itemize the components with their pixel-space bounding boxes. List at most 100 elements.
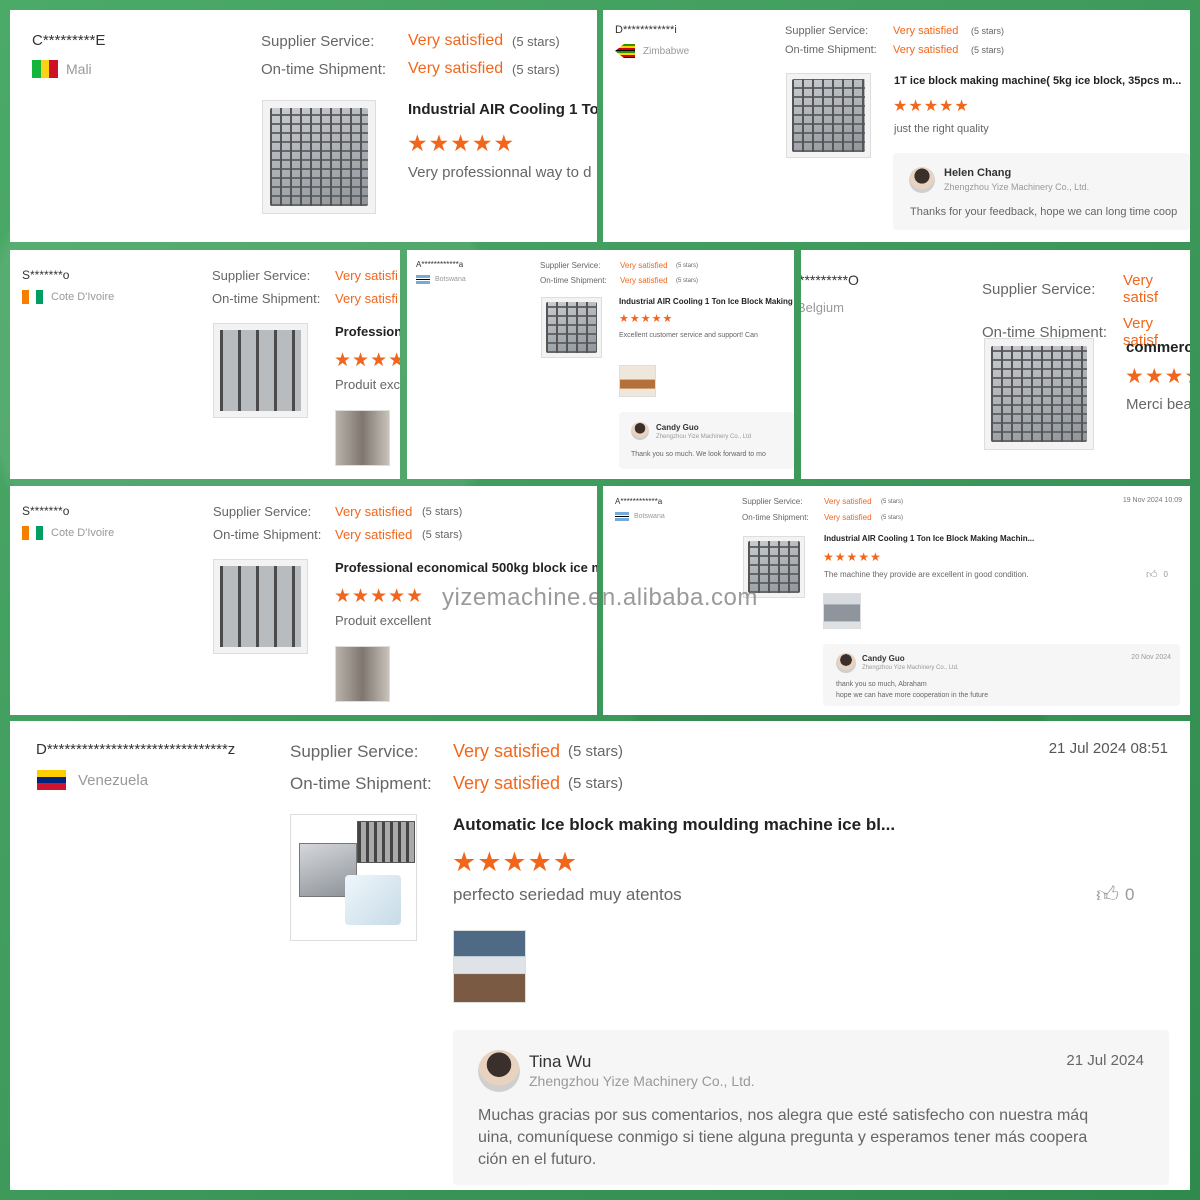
ice-machine-image bbox=[545, 301, 598, 354]
review-photo[interactable] bbox=[823, 593, 861, 629]
ontime-shipment-stars: (5 stars) bbox=[422, 528, 463, 541]
rating-stars: ★★★★★ bbox=[619, 313, 674, 325]
country-label: Mali bbox=[66, 61, 92, 77]
product-image[interactable] bbox=[213, 323, 308, 418]
rating-stars: ★★★★★ bbox=[407, 130, 516, 156]
country-label: Cote D'Ivoire bbox=[51, 291, 115, 303]
cote-divoire-flag-icon bbox=[22, 526, 43, 540]
ontime-shipment-label: On-time Shipment: bbox=[540, 276, 607, 285]
product-image[interactable] bbox=[262, 100, 376, 214]
supplier-service-stars: (5 stars) bbox=[971, 26, 1005, 36]
product-title[interactable]: Profession bbox=[335, 324, 400, 339]
reply-date: 21 Jul 2024 bbox=[1066, 1052, 1144, 1069]
ontime-shipment-stars: (5 stars) bbox=[676, 277, 699, 284]
supplier-service-stars: (5 stars) bbox=[881, 498, 904, 505]
ontime-shipment-value: Very satisfi bbox=[335, 291, 398, 306]
service-ratings: Supplier Service: Very satisfied (5 star… bbox=[785, 25, 1004, 56]
service-ratings: Supplier Service: Very satisfied (5 star… bbox=[213, 504, 462, 542]
rating-stars: ★★★★★ bbox=[893, 98, 970, 115]
product-title[interactable]: commerci bbox=[1126, 339, 1190, 356]
reviewer-name: A************a bbox=[615, 497, 663, 506]
reviewer-country: Zimbabwe bbox=[615, 44, 689, 58]
ice-mould-image bbox=[357, 821, 415, 863]
ice-machine-image bbox=[991, 345, 1087, 443]
ontime-shipment-label: On-time Shipment: bbox=[261, 60, 387, 78]
review-comment: Produit excellent bbox=[335, 613, 432, 628]
supplier-service-label: Supplier Service: bbox=[212, 268, 311, 283]
ontime-shipment-value: Very satisfied bbox=[453, 773, 561, 793]
review-card-botswana-small: A************a Botswana Supplier Service… bbox=[407, 250, 794, 479]
rating-stars: ★★★★★ bbox=[823, 550, 882, 564]
review-card-mali: C*********E Mali Supplier Service: Very … bbox=[10, 10, 597, 242]
ice-machine-image bbox=[269, 107, 369, 207]
review-card-zimbabwe: D************i Zimbabwe Supplier Service… bbox=[603, 10, 1190, 242]
product-image[interactable] bbox=[213, 559, 308, 654]
product-title[interactable]: Industrial AIR Cooling 1 Ton bbox=[408, 101, 597, 118]
supplier-reply: Candy Guo Zhengzhou Yize Machinery Co., … bbox=[823, 644, 1180, 706]
ontime-shipment-value: Very satisfied bbox=[824, 513, 872, 522]
review-date: 19 Nov 2024 10:09 bbox=[1122, 497, 1182, 504]
product-image[interactable] bbox=[984, 338, 1094, 450]
ontime-shipment-stars: (5 stars) bbox=[568, 775, 624, 792]
like-button[interactable]: 👍︎ 0 bbox=[1096, 881, 1134, 908]
reviewer-country: Belgium bbox=[801, 300, 844, 315]
review-photo[interactable] bbox=[335, 646, 390, 702]
reviewer-country: Cote D'Ivoire bbox=[22, 526, 114, 540]
ontime-shipment-value: Very satisfied bbox=[620, 276, 668, 285]
like-button[interactable]: 👍︎ 0 bbox=[1146, 568, 1168, 581]
supplier-service-label: Supplier Service: bbox=[290, 741, 419, 761]
product-title[interactable]: Professional economical 500kg block ice … bbox=[335, 560, 597, 575]
review-comment: Produit exc bbox=[335, 377, 400, 392]
supplier-service-label: Supplier Service: bbox=[785, 25, 869, 37]
review-comment: Merci bea bbox=[1126, 396, 1190, 413]
supplier-service-stars: (5 stars) bbox=[422, 505, 463, 518]
product-title[interactable]: 1T ice block making machine( 5kg ice blo… bbox=[894, 75, 1181, 87]
service-ratings: Supplier Service: Very satisfi On-time S… bbox=[212, 268, 398, 306]
rating-stars: ★★★★★ bbox=[334, 586, 425, 607]
reviewer-country: Cote D'Ivoire bbox=[22, 290, 114, 304]
product-title[interactable]: Automatic Ice block making moulding mach… bbox=[453, 815, 895, 835]
product-image[interactable] bbox=[290, 814, 417, 941]
ontime-shipment-value: Very satisfied bbox=[893, 44, 959, 56]
country-label: Venezuela bbox=[78, 771, 149, 789]
reply-author: Helen Chang bbox=[944, 167, 1012, 179]
thumbs-up-icon: 👍︎ bbox=[1096, 882, 1119, 907]
product-image[interactable] bbox=[786, 73, 871, 158]
reply-author: Tina Wu bbox=[529, 1052, 592, 1071]
review-comment: Very professionnal way to d bbox=[408, 164, 592, 181]
avatar bbox=[631, 422, 649, 440]
supplier-reply: Helen Chang Zhengzhou Yize Machinery Co.… bbox=[893, 153, 1190, 230]
supplier-service-value: Very satisfied bbox=[893, 25, 959, 37]
review-card-belgium-cropped: *********O Belgium Supplier Service: Ver… bbox=[801, 250, 1190, 479]
reviewer-name: *********O bbox=[801, 272, 859, 288]
service-ratings: Supplier Service: Very satisfied (5 star… bbox=[261, 32, 560, 78]
supplier-service-stars: (5 stars) bbox=[676, 262, 699, 269]
supplier-service-label: Supplier Service: bbox=[742, 497, 803, 506]
review-comment: The machine they provide are excellent i… bbox=[824, 570, 1029, 579]
review-photo[interactable] bbox=[453, 930, 526, 1003]
reply-text-line-3: ción en el futuro. bbox=[478, 1151, 597, 1168]
review-date: 21 Jul 2024 08:51 bbox=[1048, 740, 1168, 757]
reply-author: Candy Guo bbox=[656, 423, 699, 432]
product-title[interactable]: Industrial AIR Cooling 1 Ton Ice Block M… bbox=[619, 297, 793, 306]
supplier-service-value: Very satisfied bbox=[408, 32, 504, 49]
service-ratings: Supplier Service: Very satisfied (5 star… bbox=[540, 261, 698, 285]
product-title[interactable]: Industrial AIR Cooling 1 Ton Ice Block M… bbox=[824, 534, 1034, 543]
ontime-shipment-label: On-time Shipment: bbox=[742, 513, 809, 522]
botswana-flag-icon bbox=[416, 275, 430, 284]
supplier-service-value: Very satisfied bbox=[453, 741, 561, 761]
like-count: 0 bbox=[1125, 884, 1135, 904]
mali-flag-icon bbox=[32, 60, 58, 78]
rating-stars: ★★★★★ bbox=[1125, 365, 1190, 388]
avatar bbox=[836, 653, 856, 673]
supplier-reply: Tina Wu Zhengzhou Yize Machinery Co., Lt… bbox=[453, 1030, 1169, 1185]
service-ratings: Supplier Service: Very satisfied (5 star… bbox=[742, 497, 903, 522]
review-photo[interactable] bbox=[619, 365, 656, 397]
product-image[interactable] bbox=[541, 297, 602, 358]
ontime-shipment-label: On-time Shipment: bbox=[213, 527, 322, 542]
review-photo[interactable] bbox=[335, 410, 390, 466]
ontime-shipment-label: On-time Shipment: bbox=[785, 44, 877, 56]
reply-text: Muchas gracias por sus comentarios, nos … bbox=[478, 1107, 1089, 1124]
review-comment: Excellent customer service and support! … bbox=[619, 332, 758, 339]
ice-machine-image bbox=[219, 329, 302, 412]
